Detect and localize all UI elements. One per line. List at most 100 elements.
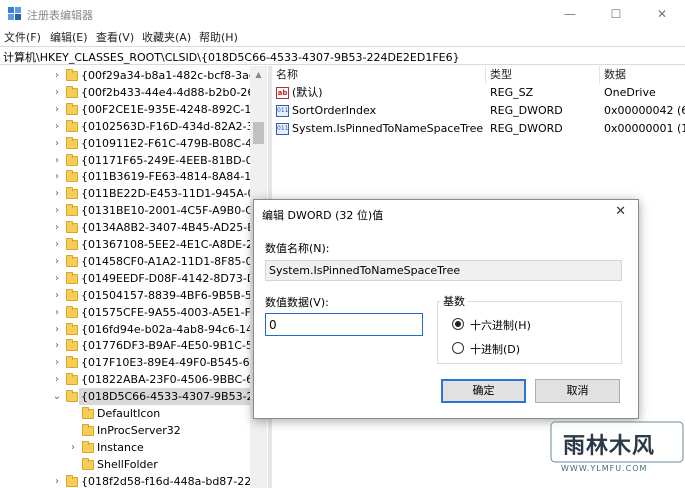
minimize-button[interactable]: — — [547, 0, 593, 28]
chevron-right-icon[interactable]: › — [52, 287, 62, 304]
value-data-input[interactable] — [265, 313, 423, 336]
hex-radio-label[interactable]: 十六进制(H) — [470, 317, 531, 333]
tree-key[interactable]: › {00f2b433-44e4-4d88-b2b0-26 — [0, 84, 254, 101]
chevron-right-icon[interactable]: › — [52, 185, 62, 202]
value-name-field: System.IsPinnedToNameSpaceTree — [265, 260, 622, 281]
registry-editor-icon — [8, 7, 21, 20]
chevron-right-icon[interactable]: › — [52, 152, 62, 169]
tree-key-label: {00f2b433-44e4-4d88-b2b0-26 — [81, 85, 255, 99]
cancel-button[interactable]: 取消 — [535, 379, 620, 403]
chevron-right-icon[interactable]: › — [52, 135, 62, 152]
folder-icon — [66, 170, 78, 183]
menu-file[interactable]: 文件(F) — [4, 29, 41, 45]
tree-key[interactable]: › {0131BE10-2001-4C5F-A9B0-C — [0, 202, 253, 219]
address-bar[interactable]: 计算机\HKEY_CLASSES_ROOT\CLSID\{018D5C66-45… — [0, 46, 685, 65]
value-name-label: 数值名称(N): — [265, 242, 330, 255]
close-button[interactable]: ✕ — [639, 0, 685, 28]
tree-key[interactable]: › {011B3619-FE63-4814-8A84-1 — [0, 168, 251, 185]
chevron-right-icon[interactable]: › — [52, 168, 62, 185]
tree-key[interactable]: › {017F10E3-89E4-49F0-B545-61 — [0, 354, 257, 371]
chevron-down-icon[interactable]: ⌄ — [52, 388, 62, 405]
value-name: (默认) — [292, 86, 323, 99]
menu-favorites[interactable]: 收藏夹(A) — [142, 29, 191, 45]
chevron-right-icon[interactable]: › — [52, 101, 62, 118]
folder-icon — [66, 339, 78, 352]
tree-key-label: {01367108-5EE2-4E1C-A8DE-2 — [81, 238, 254, 251]
tree-key[interactable]: › {01504157-8839-4BF6-9B5B-5 — [0, 287, 252, 304]
tree-key[interactable]: › {01171F65-249E-4EEB-81BD-0 — [0, 152, 253, 169]
window-title: 注册表编辑器 — [27, 9, 93, 22]
tree-key[interactable]: › {010911E2-F61C-479B-B08C-4 — [0, 135, 252, 152]
column-type[interactable]: 类型 — [486, 66, 600, 84]
scroll-thumb[interactable] — [253, 122, 264, 144]
tree-key-label: {016fd94e-b02a-4ab8-94c6-14 — [81, 322, 253, 336]
decimal-radio-label[interactable]: 十进制(D) — [470, 341, 520, 357]
tree-key[interactable]: › {01776DF3-B9AF-4E50-9B1C-5 — [0, 337, 253, 354]
key-tree[interactable]: › {00f29a34-b8a1-482c-bcf8-3ac › {00f2b433-… — [0, 66, 268, 488]
menu-help[interactable]: 帮助(H) — [199, 29, 238, 45]
site-watermark: 雨林木风 WWW.YLMFU.COM — [549, 420, 685, 488]
tree-key[interactable]: › {00f29a34-b8a1-482c-bcf8-3ac — [0, 67, 255, 84]
tree-child-key[interactable]: ShellFolder — [0, 456, 250, 473]
folder-icon — [82, 440, 94, 453]
decimal-radio[interactable] — [452, 342, 464, 354]
tree-key[interactable]: › {01575CFE-9A55-4003-A5E1-F — [0, 304, 251, 321]
chevron-right-icon[interactable]: › — [52, 202, 62, 219]
tree-child-key[interactable]: DefaultIcon — [0, 405, 250, 422]
tree-key-label: {010911E2-F61C-479B-B08C-4 — [81, 136, 253, 150]
tree-key-label: {011BE22D-E453-11D1-945A-0 — [81, 187, 255, 201]
tree-key-label: {0134A8B2-3407-4B45-AD25-E — [81, 221, 255, 235]
value-type: REG_DWORD — [490, 104, 563, 117]
tree-key[interactable]: › {016fd94e-b02a-4ab8-94c6-14 — [0, 321, 253, 338]
chevron-right-icon[interactable]: › — [52, 67, 62, 84]
tree-key[interactable]: › {0102563D-F16D-434d-82A2-3 — [0, 118, 254, 135]
value-data: OneDrive — [604, 86, 656, 99]
tree-key[interactable]: › {0149EEDF-D08F-4142-8D73-D — [0, 270, 255, 287]
value-data-label: 数值数据(V): — [265, 296, 329, 309]
tree-key-label: {0102563D-F16D-434d-82A2-3 — [81, 119, 254, 133]
tree-key[interactable]: › {011BE22D-E453-11D1-945A-0 — [0, 185, 255, 202]
maximize-button[interactable]: ☐ — [593, 0, 639, 28]
folder-icon — [66, 305, 78, 318]
tree-child-key[interactable]: InProcServer32 — [0, 422, 250, 439]
value-type: REG_DWORD — [490, 122, 563, 135]
tree-key[interactable]: › {018f2d58-f16d-448a-bd87-22 — [0, 473, 251, 488]
tree-key[interactable]: › {01458CF0-A1A2-11D1-8F85-0 — [0, 253, 252, 270]
chevron-right-icon[interactable]: › — [52, 118, 62, 135]
chevron-right-icon[interactable]: › — [68, 439, 78, 456]
value-data: 0x00000042 (6 — [604, 104, 685, 117]
dialog-close-icon[interactable]: ✕ — [615, 204, 626, 219]
tree-key[interactable]: › {01367108-5EE2-4E1C-A8DE-2 — [0, 236, 253, 253]
chevron-right-icon[interactable]: › — [52, 84, 62, 101]
chevron-right-icon[interactable] — [68, 422, 78, 439]
ok-button[interactable]: 确定 — [441, 379, 526, 403]
tree-key[interactable]: › {00F2CE1E-935E-4248-892C-13 — [0, 101, 258, 118]
tree-key[interactable]: › {01822ABA-23F0-4506-9BBC-6 — [0, 371, 253, 388]
tree-child-key[interactable]: › Instance — [0, 439, 250, 456]
folder-icon — [66, 102, 78, 115]
dword-value-icon: 011 — [276, 123, 289, 135]
folder-icon — [66, 288, 78, 301]
chevron-right-icon[interactable]: › — [52, 321, 62, 338]
tree-key[interactable]: ⌄ {018D5C66-4533-4307-9B53-2 — [0, 388, 256, 406]
folder-icon — [66, 204, 78, 217]
chevron-right-icon[interactable]: › — [52, 304, 62, 321]
hex-radio[interactable] — [452, 318, 464, 330]
chevron-right-icon[interactable] — [68, 405, 78, 422]
tree-key[interactable]: › {0134A8B2-3407-4B45-AD25-E — [0, 219, 254, 236]
menu-view[interactable]: 查看(V) — [96, 29, 134, 45]
chevron-right-icon[interactable]: › — [52, 270, 62, 287]
chevron-right-icon[interactable] — [68, 456, 78, 473]
chevron-right-icon[interactable]: › — [52, 219, 62, 236]
chevron-right-icon[interactable]: › — [52, 236, 62, 253]
dword-value-icon: 011 — [276, 105, 289, 117]
chevron-right-icon[interactable]: › — [52, 253, 62, 270]
chevron-right-icon[interactable]: › — [52, 473, 62, 488]
column-name[interactable]: 名称 — [272, 66, 486, 84]
menu-edit[interactable]: 编辑(E) — [50, 29, 88, 45]
chevron-right-icon[interactable]: › — [52, 354, 62, 371]
scroll-up-icon[interactable]: ▲ — [250, 66, 267, 83]
chevron-right-icon[interactable]: › — [52, 337, 62, 354]
chevron-right-icon[interactable]: › — [52, 371, 62, 388]
column-data[interactable]: 数据 — [600, 66, 685, 84]
